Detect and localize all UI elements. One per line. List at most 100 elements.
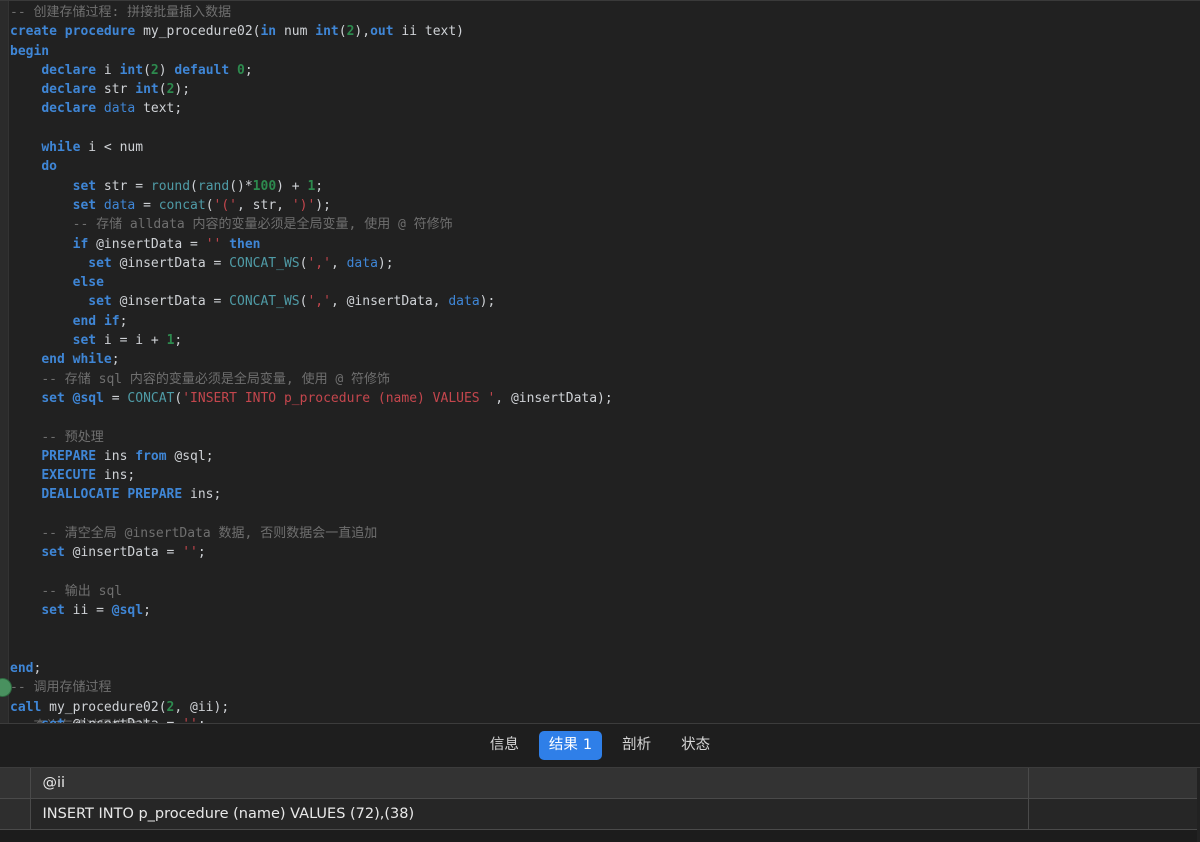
code-token: ii =	[64, 603, 112, 619]
code-token: ;	[111, 352, 120, 368]
column-header-empty[interactable]	[1028, 768, 1200, 799]
code-line: end if;	[10, 312, 1200, 331]
code-token: )	[158, 62, 175, 78]
code-token: round	[150, 178, 191, 194]
code-token: );	[174, 82, 191, 98]
column-header-ii[interactable]: @ii	[30, 768, 1029, 799]
code-token: PREPARE	[41, 448, 97, 464]
code-line: else	[10, 273, 1200, 292]
code-token: ,	[330, 255, 347, 271]
result-grid-panel[interactable]: @ii INSERT INTO p_procedure (name) VALUE…	[0, 768, 1200, 842]
code-line: DEALLOCATE PREPARE ins;	[10, 485, 1200, 504]
code-line: set @insertData = CONCAT_WS(',', data);	[10, 254, 1200, 273]
code-line: -- 预处理	[10, 428, 1200, 447]
code-token: @sql;	[166, 448, 214, 464]
editor-gutter[interactable]	[0, 1, 9, 723]
code-token: 'INSERT INTO p_procedure (name) VALUES '	[182, 390, 496, 406]
code-token: data	[96, 197, 136, 213]
tab-3[interactable]: 状态	[671, 731, 720, 761]
table-cell[interactable]: INSERT INTO p_procedure (name) VALUES (7…	[30, 798, 1029, 830]
code-token: set	[72, 333, 97, 349]
code-token: 2	[150, 62, 159, 78]
tab-0[interactable]: 信息	[480, 731, 529, 761]
code-line: end;	[10, 659, 1200, 678]
code-token: , @ii);	[174, 699, 230, 715]
tab-1[interactable]: 结果 1	[538, 730, 603, 761]
code-token: ;	[244, 62, 253, 78]
code-line: set data = concat('(', str, ')');	[10, 196, 1200, 215]
code-token: set	[88, 255, 112, 271]
code-line: create procedure my_procedure02(in num i…	[10, 22, 1200, 41]
code-line: -- 创建存储过程: 拼接批量插入数据	[10, 3, 1200, 22]
code-line: declare data text;	[10, 99, 1200, 118]
code-token: EXECUTE	[41, 468, 97, 484]
editor-clipped-line: set @insertData = '';	[10, 715, 206, 723]
code-token: (	[158, 82, 167, 98]
editor-code-content[interactable]: -- 创建存储过程: 拼接批量插入数据 create procedure my_p…	[10, 1, 1200, 723]
code-line: declare i int(2) default 0;	[10, 61, 1200, 80]
code-token: ) +	[276, 178, 308, 194]
table-row[interactable]: INSERT INTO p_procedure (name) VALUES (7…	[0, 798, 1200, 830]
code-token: =	[103, 390, 128, 406]
code-token: set	[72, 197, 97, 213]
code-token: num	[276, 24, 316, 40]
code-token: set	[41, 717, 64, 723]
code-line: set @sql = CONCAT('INSERT INTO p_procedu…	[10, 389, 1200, 408]
code-line: PREPARE ins from @sql;	[10, 447, 1200, 466]
code-token: ')'	[291, 197, 316, 213]
code-token: while	[41, 140, 81, 156]
code-line: if @insertData = '' then	[10, 235, 1200, 254]
code-token: -- 存储 sql 内容的变量必须是全局变量, 使用 @ 符修饰	[41, 371, 391, 387]
code-token: call	[10, 699, 42, 715]
code-token: end	[10, 661, 34, 677]
tab-badge: 1	[582, 736, 593, 753]
code-line: EXECUTE ins;	[10, 466, 1200, 485]
code-line: -- 清空全局 @insertData 数据, 否则数据会一直追加	[10, 524, 1200, 543]
table-cell[interactable]	[1028, 798, 1200, 830]
code-token: if	[103, 313, 120, 329]
code-token: while	[72, 352, 112, 368]
code-line: declare str int(2);	[10, 80, 1200, 99]
code-line: while i < num	[10, 138, 1200, 157]
code-token: declare	[41, 82, 97, 98]
code-token: (	[190, 178, 198, 194]
code-token: data	[96, 101, 136, 117]
sql-editor[interactable]: -- 创建存储过程: 拼接批量插入数据 create procedure my_p…	[0, 0, 1200, 723]
table-header-row: @ii	[0, 768, 1200, 799]
code-token: ''	[205, 236, 222, 252]
result-grid-body[interactable]: INSERT INTO p_procedure (name) VALUES (7…	[0, 798, 1200, 830]
tab-2[interactable]: 剖析	[612, 731, 661, 761]
code-token: );	[377, 255, 394, 271]
code-line: -- 调用存储过程	[10, 678, 1200, 697]
code-token: ;	[198, 717, 206, 723]
code-token: out	[370, 24, 394, 40]
code-token: ;	[119, 313, 128, 329]
code-token: ;	[197, 545, 206, 561]
code-token: -- 预处理	[41, 429, 104, 445]
code-token: 0	[237, 62, 245, 78]
code-token: set	[41, 390, 65, 406]
code-token: @insertData =	[88, 236, 206, 252]
code-token: do	[41, 159, 57, 175]
code-token: 100	[252, 178, 277, 194]
code-line: -- 输出 sql	[10, 582, 1200, 601]
code-token: CONCAT_WS	[229, 294, 300, 310]
code-token: -- 输出 sql	[41, 583, 123, 599]
code-token: from	[135, 448, 167, 464]
code-line: -- 存储 sql 内容的变量必须是全局变量, 使用 @ 符修饰	[10, 370, 1200, 389]
sql-client-window: -- 创建存储过程: 拼接批量插入数据 create procedure my_p…	[0, 0, 1200, 842]
code-token: @insertData =	[65, 717, 182, 723]
code-token: @sql	[64, 390, 104, 406]
code-token: ','	[307, 255, 331, 271]
code-token: int	[135, 82, 159, 98]
row-header-cell[interactable]	[0, 798, 31, 830]
code-token: , @insertData);	[495, 390, 613, 406]
result-grid[interactable]: @ii INSERT INTO p_procedure (name) VALUE…	[0, 768, 1200, 830]
row-header-corner[interactable]	[0, 768, 31, 799]
code-token: if	[72, 236, 89, 252]
